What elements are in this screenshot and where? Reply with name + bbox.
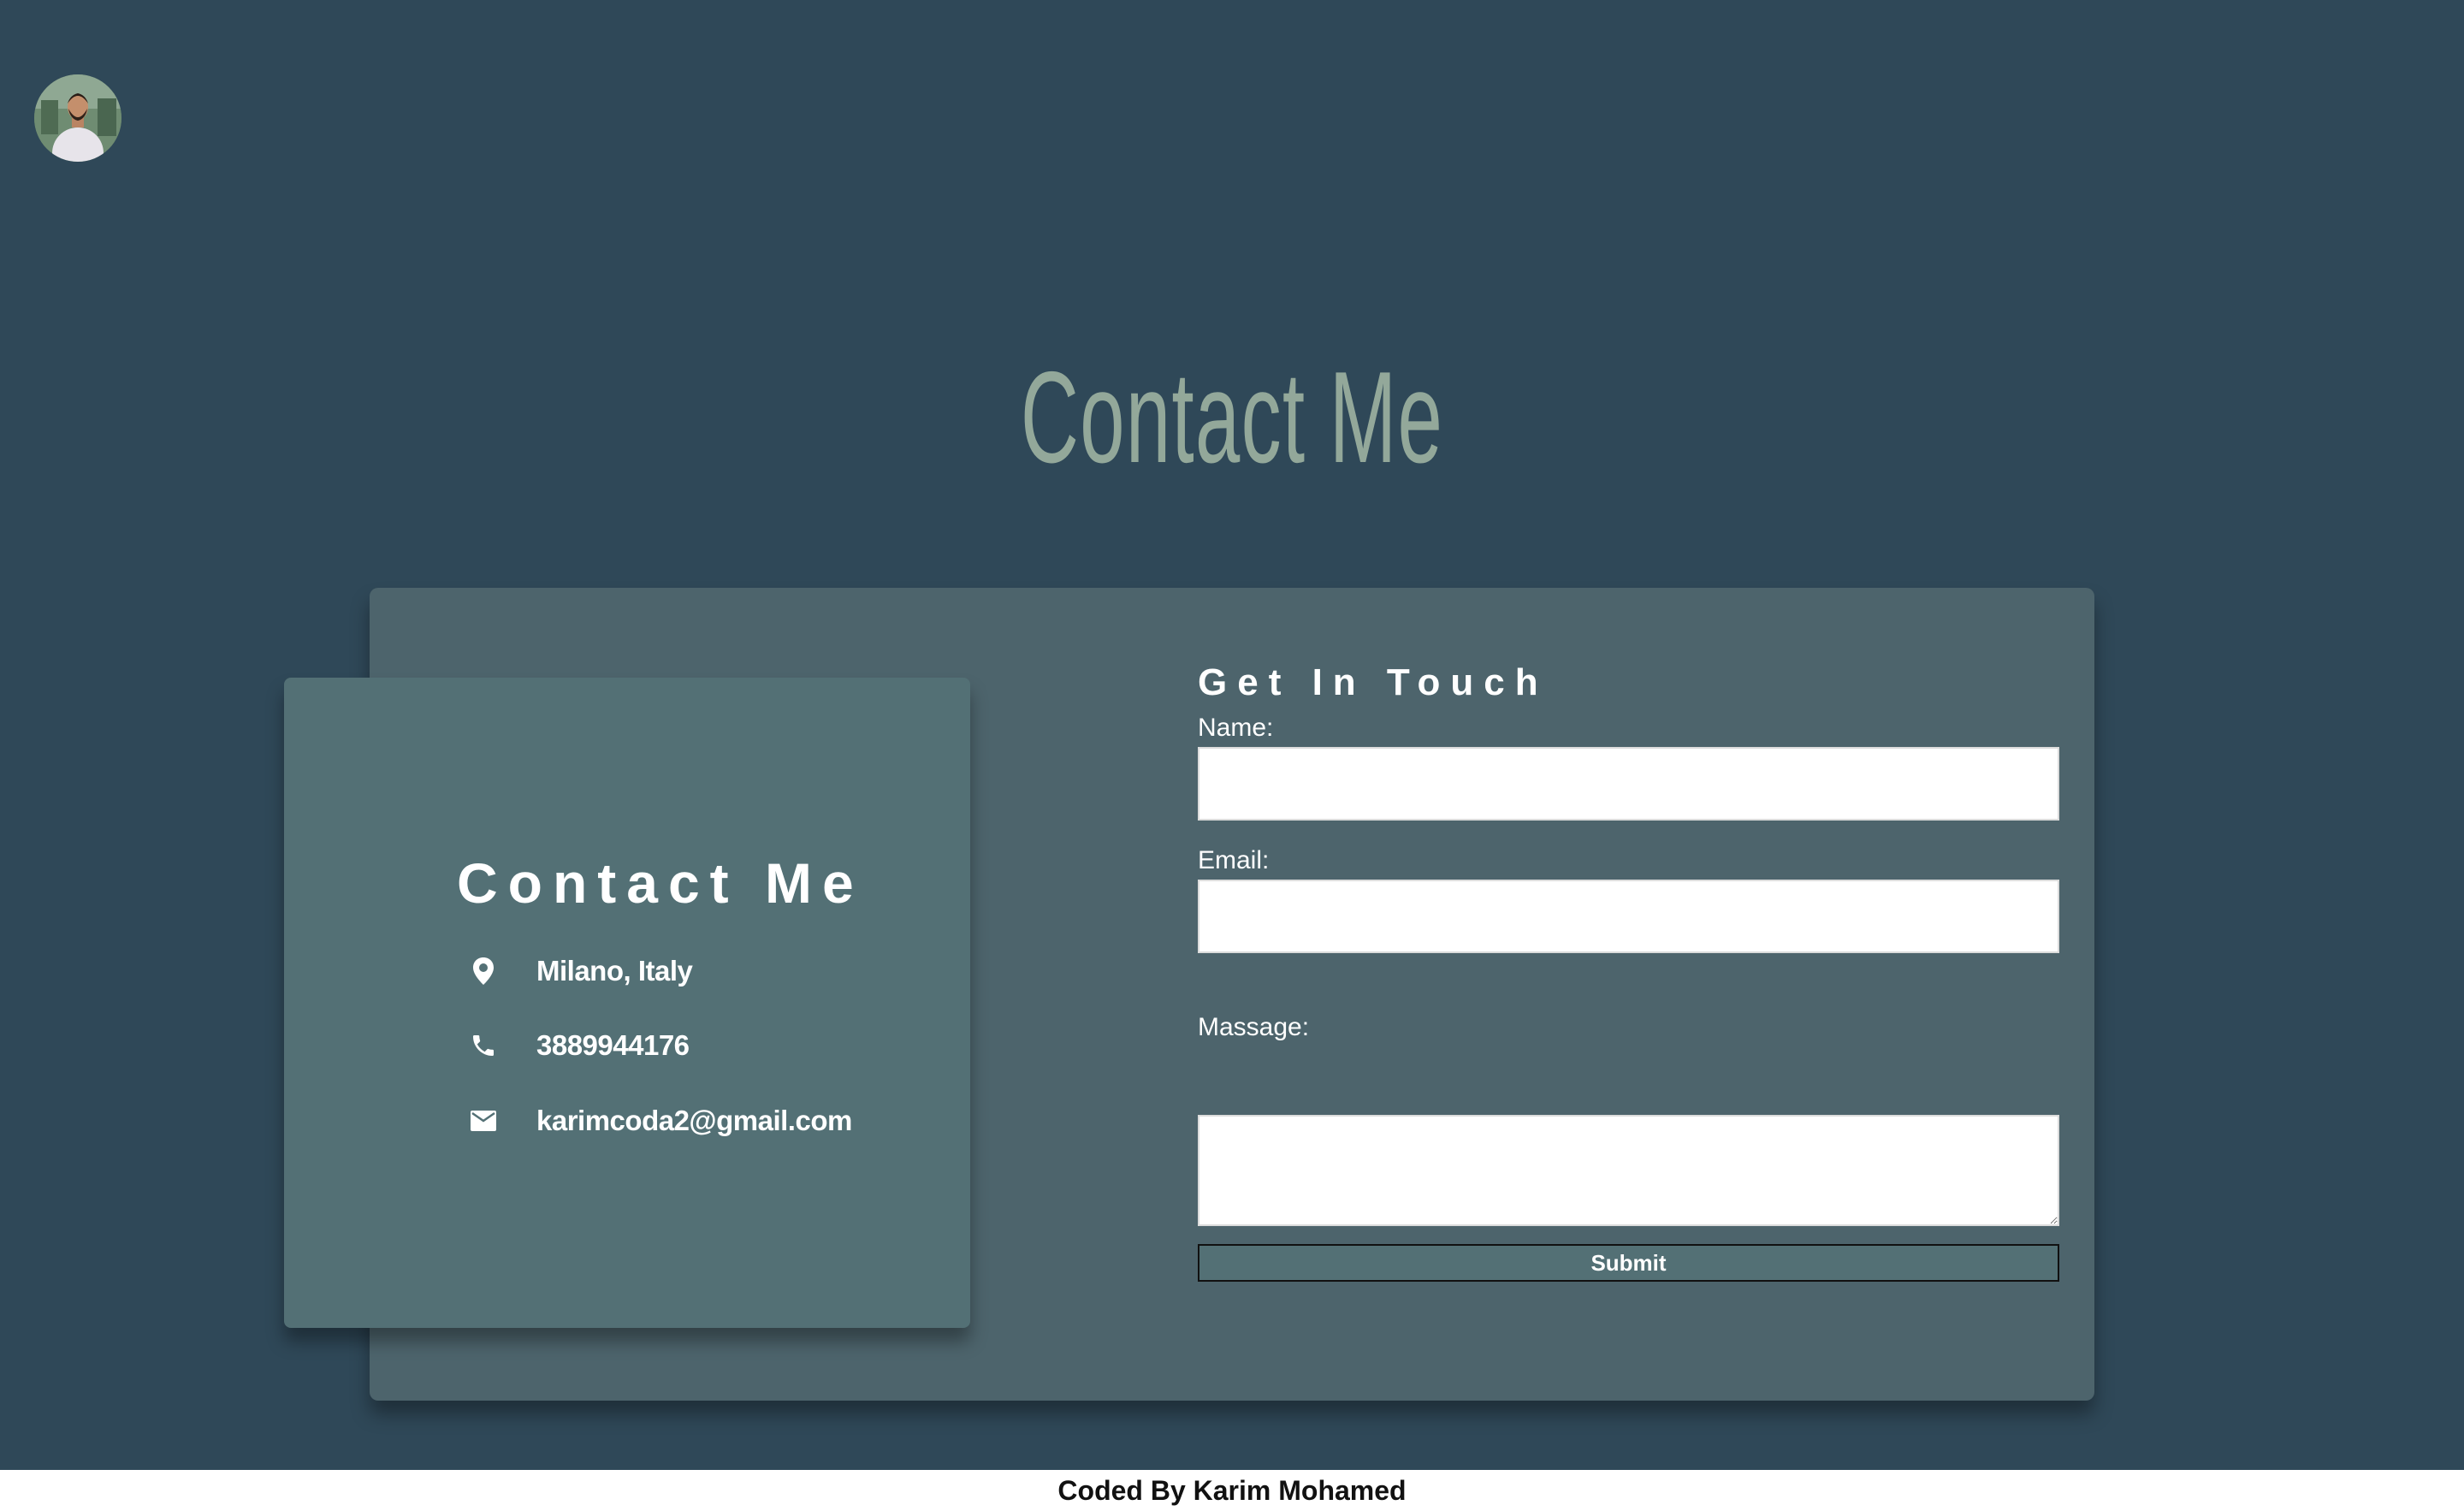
page-title: Contact Me (1020, 345, 1444, 490)
email-input[interactable] (1198, 880, 2059, 953)
contact-info-title: Contact Me (457, 851, 864, 915)
contact-email-text: karimcoda2@gmail.com (536, 1105, 852, 1136)
footer-credit: Coded By Karim Mohamed (1057, 1475, 1407, 1506)
contact-location-row: Milano, Italy (468, 945, 693, 997)
submit-button[interactable]: Submit (1198, 1244, 2059, 1282)
contact-phone-row: 3889944176 (468, 1020, 690, 1071)
footer: Coded By Karim Mohamed (0, 1470, 2464, 1511)
contact-location-text: Milano, Italy (536, 955, 693, 987)
form-title: Get In Touch (1198, 661, 1549, 703)
email-label: Email: (1198, 846, 1270, 874)
name-input[interactable] (1198, 747, 2059, 821)
avatar-image (34, 74, 121, 162)
location-pin-icon (468, 956, 499, 987)
mail-icon (468, 1105, 499, 1136)
message-textarea[interactable] (1198, 1115, 2059, 1226)
contact-info-card: Contact Me Milano, Italy 3889944176 kari… (284, 678, 970, 1328)
contact-phone-text: 3889944176 (536, 1029, 690, 1061)
contact-email-row: karimcoda2@gmail.com (468, 1095, 852, 1147)
message-label: Massage: (1198, 1013, 1310, 1041)
name-label: Name: (1198, 714, 1274, 742)
avatar[interactable] (34, 74, 121, 162)
phone-icon (468, 1030, 499, 1061)
